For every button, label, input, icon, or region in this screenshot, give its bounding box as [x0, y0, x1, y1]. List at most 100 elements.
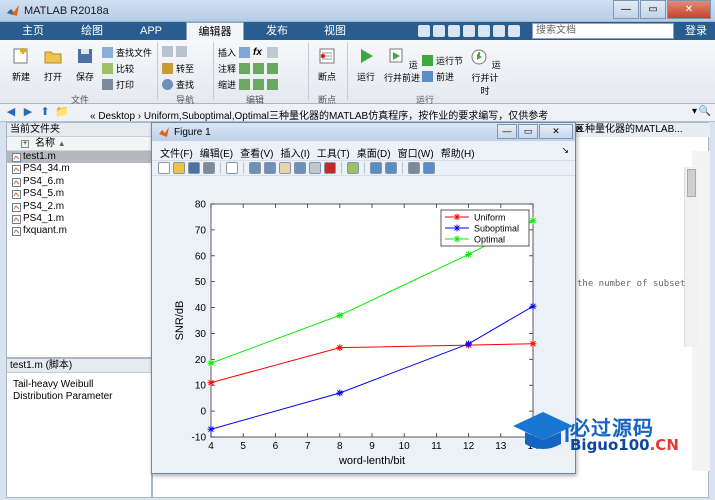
cut-icon[interactable] [433, 25, 445, 37]
login-button[interactable]: 登录 [678, 22, 714, 40]
figure-menu-item[interactable]: 窗口(W) [398, 143, 441, 160]
search-icon[interactable]: 🔍 [699, 106, 711, 117]
maximize-button[interactable]: ▭ [640, 0, 666, 19]
figure-menu-item[interactable]: 编辑(E) [200, 143, 240, 160]
redo-icon[interactable] [493, 25, 505, 37]
figure-maximize-button[interactable]: ▭ [518, 124, 538, 139]
expand-icon[interactable]: + [21, 140, 29, 148]
run-and-time-button[interactable]: 运行并计时 [468, 46, 502, 97]
x-tick-label: 5 [240, 441, 246, 452]
find-files-button[interactable]: 查找文件 [102, 46, 152, 59]
link-icon[interactable] [347, 162, 359, 174]
m-file-icon [12, 214, 21, 224]
goto-icon [162, 63, 173, 74]
new-figure-icon[interactable] [158, 162, 170, 174]
data-point-uniform [207, 379, 215, 387]
zoom-in-icon[interactable] [249, 162, 261, 174]
paste-icon[interactable] [463, 25, 475, 37]
m-file-icon [12, 227, 21, 237]
colorbar-icon[interactable] [370, 162, 382, 174]
code-line[interactable]: the number of subset [577, 279, 685, 289]
select-icon[interactable] [226, 162, 238, 174]
open-icon[interactable] [173, 162, 185, 174]
back-forward-buttons[interactable] [162, 46, 187, 57]
legend-marker [453, 224, 461, 232]
close-button[interactable]: ✕ [667, 0, 711, 19]
dock-icon[interactable]: ↘ [561, 145, 569, 156]
find-button[interactable]: 查找 [162, 78, 194, 91]
figure-menu-item[interactable]: 插入(I) [280, 143, 316, 160]
file-item[interactable]: test1.m [7, 151, 151, 164]
run-button[interactable]: 运行 [352, 46, 380, 83]
figure-menu-item[interactable]: 文件(F) [160, 143, 200, 160]
figure-minimize-button[interactable]: — [497, 124, 517, 139]
file-item[interactable]: PS4_6.m [7, 176, 151, 188]
tab-publish[interactable]: 发布 [250, 22, 304, 40]
insert-button[interactable]: 插入 fx [218, 46, 279, 59]
help-icon[interactable] [508, 25, 520, 37]
editor-menu-icon[interactable]: ⊙ [575, 123, 706, 136]
y-tick-label: 50 [195, 277, 207, 288]
file-item[interactable]: PS4_2.m [7, 201, 151, 213]
file-item[interactable]: PS4_1.m [7, 213, 151, 225]
x-axis-label: word-lenth/bit [338, 455, 405, 467]
zoom-out-icon[interactable] [264, 162, 276, 174]
rotate-icon[interactable] [294, 162, 306, 174]
tab-plots[interactable]: 绘图 [66, 22, 118, 40]
legend-icon[interactable] [385, 162, 397, 174]
name-column-header[interactable]: + 名称 ▲ [7, 137, 151, 151]
insert-icon [239, 47, 251, 58]
search-documentation-input[interactable]: 搜索文档 [532, 23, 674, 39]
pan-icon[interactable] [279, 162, 291, 174]
legend-label: Optimal [474, 235, 505, 245]
data-point-optimal [336, 311, 344, 319]
tab-view[interactable]: 视图 [308, 22, 362, 40]
undo-icon[interactable] [478, 25, 490, 37]
goto-button[interactable]: 转至 [162, 62, 194, 75]
comment-button[interactable]: 注释 [218, 62, 279, 75]
open-button[interactable]: 打开 [38, 46, 68, 83]
print-icon[interactable] [203, 162, 215, 174]
folder-up-icon[interactable]: ⬆ [38, 106, 52, 119]
tab-home[interactable]: 主页 [8, 22, 58, 40]
new-button[interactable]: 新建 [6, 46, 36, 83]
show-tools-icon[interactable] [423, 162, 435, 174]
print-button[interactable]: 打印 [102, 78, 134, 91]
compare-button[interactable]: 比较 [102, 62, 134, 75]
file-item[interactable]: fxquant.m [7, 225, 151, 237]
tab-apps[interactable]: APP [124, 22, 178, 40]
save-button[interactable]: 保存 [70, 46, 100, 83]
figure-menu-item[interactable]: 帮助(H) [441, 143, 482, 160]
browse-folder-icon[interactable]: 📁 [55, 106, 69, 119]
figure-close-button[interactable]: ✕ [539, 124, 573, 139]
figure-menu-item[interactable]: 工具(T) [317, 143, 357, 160]
breakpoints-button[interactable]: 断点 [312, 46, 342, 83]
save-icon[interactable] [418, 25, 430, 37]
advance-button[interactable]: 前进 [422, 70, 454, 83]
watermark-url: Biguo100.CN [570, 436, 679, 454]
current-path[interactable]: « Desktop › Uniform,Suboptimal,Optimal三种… [90, 107, 548, 122]
file-item[interactable]: PS4_34.m [7, 163, 151, 175]
minimize-button[interactable]: — [613, 0, 639, 19]
scroll-thumb[interactable] [687, 169, 696, 197]
folder-icon [44, 51, 62, 64]
run-and-advance-button[interactable]: 运行并前进 [384, 46, 420, 84]
vertical-scrollbar[interactable] [684, 167, 698, 347]
editor-tab[interactable]: 三种量化器的MATLAB... ✕ ⊙ [573, 123, 710, 137]
hide-tools-icon[interactable] [408, 162, 420, 174]
figure-menu-item[interactable]: 桌面(D) [357, 143, 398, 160]
file-item[interactable]: PS4_5.m [7, 188, 151, 200]
save-icon[interactable] [188, 162, 200, 174]
tab-editor[interactable]: 编辑器 [186, 22, 244, 40]
path-dropdown-icon[interactable]: ▾ [692, 106, 697, 117]
figure-menu-bar: 文件(F) 编辑(E) 查看(V) 插入(I) 工具(T) 桌面(D) 窗口(W) 帮助(H)… [152, 143, 575, 160]
indent-button[interactable]: 缩进 [218, 78, 279, 91]
run-section-button[interactable]: 运行节 [422, 54, 463, 67]
figure-menu-item[interactable]: 查看(V) [240, 143, 280, 160]
copy-icon[interactable] [448, 25, 460, 37]
data-cursor-icon[interactable] [309, 162, 321, 174]
arrow-back-icon[interactable]: ◀ [4, 106, 18, 119]
figure-title-bar[interactable]: Figure 1 — ▭ ✕ [152, 123, 575, 141]
brush-icon[interactable] [324, 162, 336, 174]
arrow-forward-icon[interactable]: ▶ [21, 106, 35, 119]
